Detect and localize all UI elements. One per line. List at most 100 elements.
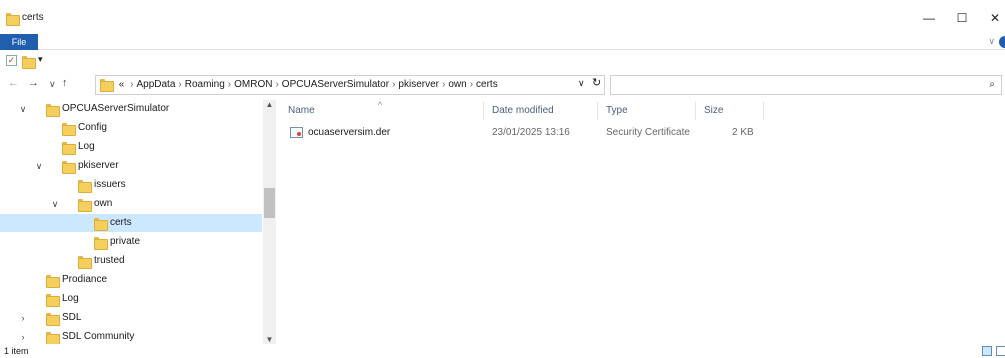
minimize-button[interactable]: — (916, 8, 942, 28)
file-type: Security Certificate (606, 127, 690, 138)
breadcrumb-separator-icon[interactable]: › (130, 79, 133, 90)
ribbon: File ∨ (0, 34, 1005, 50)
folder-icon (62, 160, 76, 174)
tree-item[interactable]: issuers (0, 176, 262, 194)
search-input[interactable]: ⌕ (610, 75, 1002, 95)
maximize-button[interactable]: ☐ (949, 8, 975, 28)
breadcrumb-item[interactable]: Roaming (185, 79, 225, 90)
breadcrumb-separator-icon[interactable]: › (275, 79, 278, 90)
tree-item-label: trusted (94, 255, 125, 266)
tree-item-label: Prodiance (62, 274, 108, 285)
recent-locations-button[interactable]: ∨ (49, 79, 56, 90)
tree-item-label: Log (62, 293, 79, 304)
details-view-icon[interactable] (982, 346, 992, 356)
breadcrumb-overflow[interactable]: « (119, 79, 125, 90)
breadcrumb-item[interactable]: OMRON (234, 79, 272, 90)
file-size: 2 KB (732, 127, 754, 138)
file-name[interactable]: ocuaserversim.der (308, 124, 390, 142)
tree-item-label: certs (110, 217, 132, 228)
tree-item[interactable]: private (0, 233, 262, 251)
folder-icon (94, 236, 108, 250)
folder-icon (6, 12, 20, 26)
scroll-up-button[interactable]: ▲ (264, 100, 275, 109)
file-date-modified: 23/01/2025 13:16 (492, 127, 570, 138)
chevron-down-icon[interactable]: ∨ (50, 195, 60, 213)
help-icon[interactable] (999, 36, 1005, 48)
folder-icon (46, 293, 60, 307)
tree-item[interactable]: Log (0, 138, 262, 156)
breadcrumb-item[interactable]: AppData (136, 79, 175, 90)
chevron-down-icon[interactable]: ∨ (34, 157, 44, 175)
file-tab[interactable]: File (0, 34, 38, 50)
new-folder-icon[interactable] (22, 55, 36, 69)
item-count: 1 item (4, 346, 29, 356)
scroll-thumb[interactable] (264, 188, 275, 218)
breadcrumb: › AppData › Roaming › OMRON › OPCUAServerSimula… (127, 79, 498, 90)
tree-item[interactable]: Config (0, 119, 262, 137)
folder-icon (94, 217, 108, 231)
folder-icon (62, 122, 76, 136)
tree-item-label: Config (78, 122, 107, 133)
tree-item[interactable]: › SDL Community (0, 328, 262, 344)
tree-item-label: OPCUAServerSimulator (62, 103, 170, 114)
file-row[interactable]: ocuaserversim.der 23/01/2025 13:16 Secur… (280, 124, 760, 142)
tree-item-label: pkiserver (78, 160, 119, 171)
tree-item-label: SDL (62, 312, 82, 323)
breadcrumb-item[interactable]: OPCUAServerSimulator (282, 79, 389, 90)
address-bar[interactable]: « › AppData › Roaming › OMRON › OPCUAServerSimu… (95, 75, 605, 95)
breadcrumb-separator-icon[interactable]: › (178, 79, 181, 90)
chevron-down-icon[interactable]: ∨ (18, 100, 28, 118)
tree-item[interactable]: ∨ pkiserver (0, 157, 262, 175)
title-bar: certs — ☐ ✕ (0, 0, 1005, 34)
close-button[interactable]: ✕ (982, 8, 1005, 28)
breadcrumb-separator-icon[interactable]: › (442, 79, 445, 90)
tree-item-label: issuers (94, 179, 126, 190)
folder-icon (78, 198, 92, 212)
large-icons-view-icon[interactable] (996, 346, 1005, 356)
address-row: ← → ∨ ↑ « › AppData › Roaming › OMRON › OPCUASe… (0, 74, 1005, 96)
back-button[interactable]: ← (8, 77, 19, 89)
certificate-icon (290, 127, 303, 138)
breadcrumb-item[interactable]: pkiserver (398, 79, 439, 90)
tree-item[interactable]: Prodiance (0, 271, 262, 289)
refresh-button[interactable]: ↻ (592, 76, 601, 89)
customize-toolbar-button[interactable]: ▾ (38, 54, 43, 65)
scroll-down-button[interactable]: ▼ (264, 335, 275, 344)
tree-item[interactable]: ∨ OPCUAServerSimulator (0, 100, 262, 118)
column-header-type[interactable]: Type (598, 102, 696, 120)
window-title: certs (22, 12, 44, 23)
folder-icon (62, 141, 76, 155)
expand-ribbon-button[interactable]: ∨ (988, 36, 995, 47)
tree-item-label: Log (78, 141, 95, 152)
tree-item[interactable]: Log (0, 290, 262, 308)
properties-icon[interactable]: ✓ (6, 55, 17, 66)
folder-icon (46, 103, 60, 117)
column-header-name-label: Name (288, 105, 315, 116)
forward-button[interactable]: → (28, 77, 39, 89)
breadcrumb-separator-icon[interactable]: › (470, 79, 473, 90)
search-icon: ⌕ (989, 79, 995, 90)
address-dropdown-button[interactable]: ∨ (578, 78, 585, 89)
file-list: Name ^ Date modified Type Size ocuaserve… (280, 100, 1005, 344)
folder-icon (46, 312, 60, 326)
folder-icon (100, 78, 114, 93)
breadcrumb-item[interactable]: own (448, 79, 466, 90)
chevron-right-icon[interactable]: › (18, 328, 28, 344)
tree-item[interactable]: ∨ own (0, 195, 262, 213)
column-header-name[interactable]: Name ^ (280, 100, 484, 120)
breadcrumb-separator-icon[interactable]: › (228, 79, 231, 90)
chevron-right-icon[interactable]: › (18, 309, 28, 327)
tree-item[interactable]: › SDL (0, 309, 262, 327)
tree-item-label: SDL Community (62, 331, 135, 342)
folder-icon (46, 274, 60, 288)
quick-access-toolbar: ✓ ▾ (0, 51, 1005, 69)
tree-item[interactable]: trusted (0, 252, 262, 270)
tree-item[interactable]: certs (0, 214, 262, 232)
breadcrumb-item[interactable]: certs (476, 79, 498, 90)
navigation-scrollbar[interactable]: ▲ ▼ (263, 100, 276, 344)
up-button[interactable]: ↑ (62, 77, 68, 89)
column-header-date-modified[interactable]: Date modified (484, 102, 598, 120)
column-header-size[interactable]: Size (696, 102, 764, 120)
breadcrumb-separator-icon[interactable]: › (392, 79, 395, 90)
tree-item-label: own (94, 198, 113, 209)
